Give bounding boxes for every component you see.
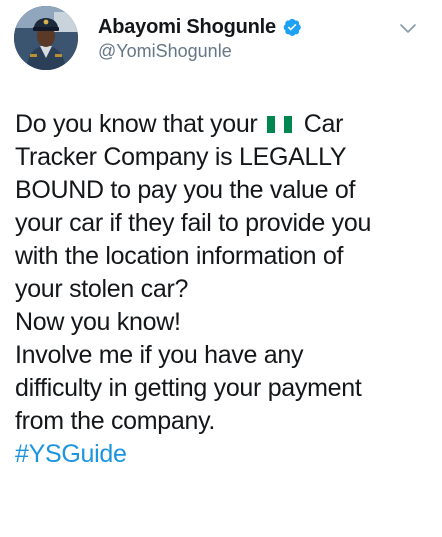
tweet-line: Now you know! (15, 308, 181, 336)
author-names: Abayomi Shogunle @YomiShogunle (98, 14, 388, 62)
tweet-text-segment: Do you know that your (15, 110, 265, 138)
display-name[interactable]: Abayomi Shogunle (98, 16, 276, 39)
tweet-line: Do you know that your Car (15, 108, 433, 141)
tweet-line: difficulty in getting your payment (15, 374, 362, 402)
tweet-line: from the company. (15, 407, 216, 435)
display-name-row: Abayomi Shogunle (98, 14, 388, 40)
tweet-line: your stolen car? (15, 275, 189, 303)
tweet-text: Do you know that your Car Tracker Compan… (15, 108, 433, 471)
chevron-down-icon[interactable] (396, 16, 420, 40)
tweet-header: Abayomi Shogunle @YomiShogunle (14, 6, 434, 76)
tweet-card: Abayomi Shogunle @YomiShogunle Do you kn… (0, 0, 442, 537)
tweet-line: with the location information of (15, 242, 344, 270)
tweet-line: Involve me if you have any (15, 341, 304, 369)
verified-badge-icon (282, 17, 302, 37)
nigeria-flag-icon (267, 116, 293, 133)
avatar[interactable] (14, 6, 78, 70)
tweet-line: BOUND to pay you the value of (15, 176, 356, 204)
tweet-line: Tracker Company is LEGALLY (15, 143, 347, 171)
tweet-text-segment: Car (297, 110, 344, 138)
user-handle[interactable]: @YomiShogunle (98, 41, 388, 62)
tweet-line: your car if they fail to provide you (15, 209, 372, 237)
hashtag-link[interactable]: #YSGuide (15, 438, 433, 471)
